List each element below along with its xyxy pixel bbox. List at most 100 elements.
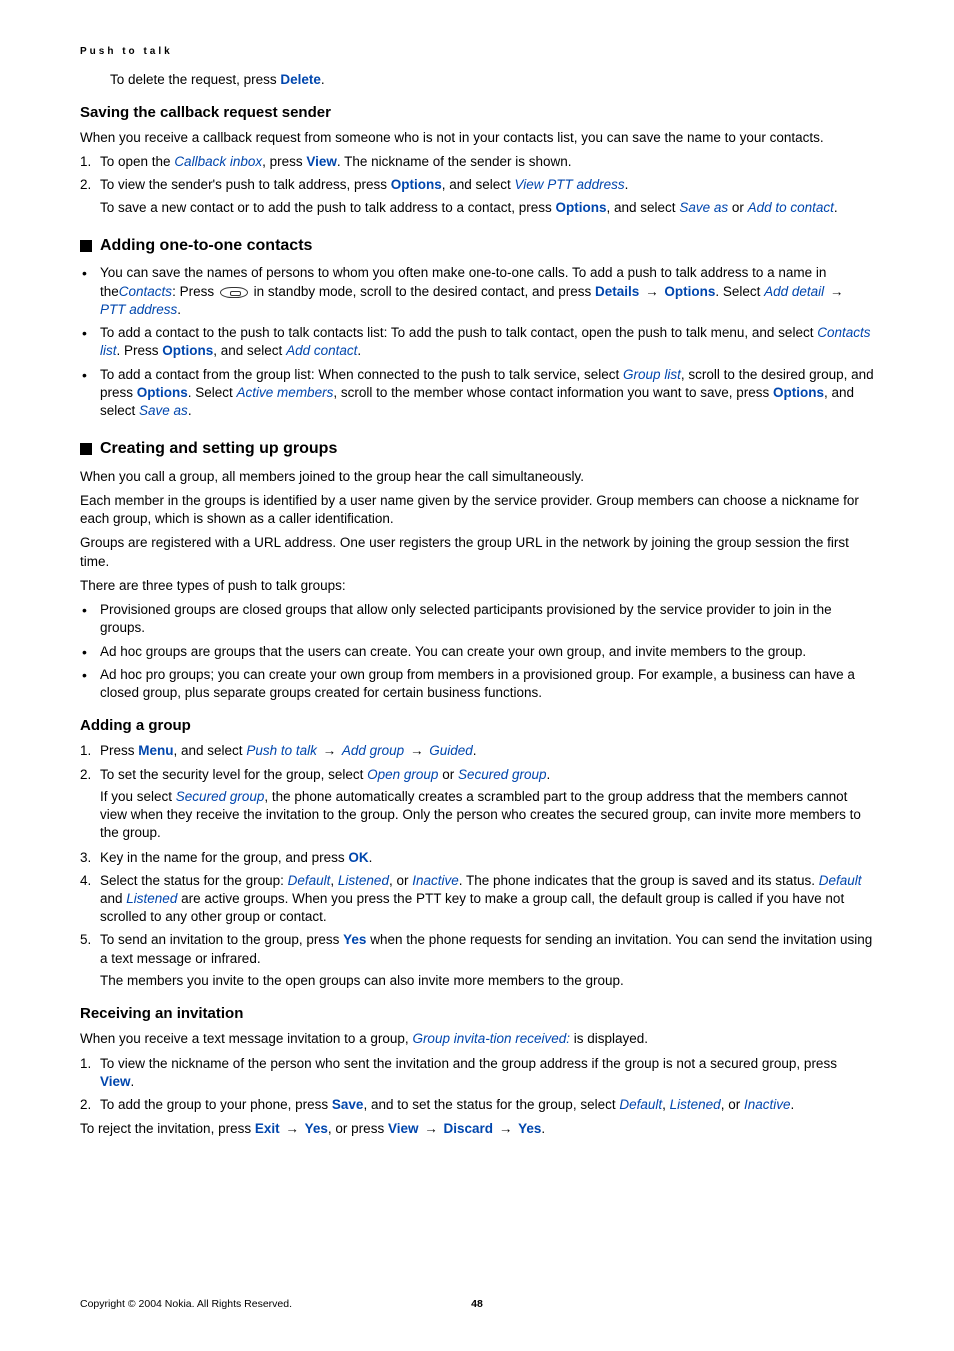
page-header: Push to talk: [80, 45, 874, 59]
text: . Select: [715, 284, 764, 299]
listened: Listened: [670, 1097, 721, 1112]
arrow-icon: →: [643, 284, 661, 299]
addgroup-step-3: Key in the name for the group, and press…: [80, 849, 874, 867]
recv-reject: To reject the invitation, press Exit → Y…: [80, 1120, 874, 1138]
text: .: [131, 1074, 135, 1089]
options-key: Options: [162, 343, 213, 358]
text: Creating and setting up groups: [100, 438, 337, 460]
text: , and to set the status for the group, s…: [363, 1097, 619, 1112]
menu-key: Menu: [138, 743, 173, 758]
contacts: Contacts: [119, 284, 172, 299]
text: , and select: [213, 343, 286, 358]
text: To delete the request, press: [110, 72, 280, 87]
save-as: Save as: [679, 200, 728, 215]
arrow-icon: →: [828, 284, 846, 299]
text: To view the sender's push to talk addres…: [100, 177, 391, 192]
text: or: [438, 767, 458, 782]
inactive: Inactive: [744, 1097, 791, 1112]
discard-key: Discard: [444, 1121, 494, 1136]
text: ,: [662, 1097, 670, 1112]
text: To add a contact from the group list: Wh…: [100, 367, 623, 382]
text: Key in the name for the group, and press: [100, 850, 348, 865]
page-number: 48: [471, 1297, 483, 1311]
text: To set the security level for the group,…: [100, 767, 367, 782]
nav-key-icon: [220, 287, 248, 298]
text: and: [100, 891, 126, 906]
groups-p3: Groups are registered with a URL address…: [80, 534, 874, 570]
arrow-icon: →: [497, 1121, 515, 1136]
ok-key: OK: [348, 850, 368, 865]
text: .: [177, 302, 181, 317]
text: , and select: [607, 200, 680, 215]
text: .: [547, 767, 551, 782]
delete-request-line: To delete the request, press Delete.: [80, 71, 874, 89]
arrow-icon: →: [283, 1121, 301, 1136]
saving-step-1: To open the Callback inbox, press View. …: [80, 153, 874, 171]
text: , or press: [328, 1121, 388, 1136]
view-key: View: [100, 1074, 131, 1089]
text: Press: [100, 743, 138, 758]
recv-step-2: To add the group to your phone, press Sa…: [80, 1096, 874, 1114]
listened: Listened: [338, 873, 389, 888]
text: To view the nickname of the person who s…: [100, 1056, 837, 1071]
text: .: [369, 850, 373, 865]
text: , and select: [174, 743, 247, 758]
text: Select the status for the group:: [100, 873, 288, 888]
save-as: Save as: [139, 403, 188, 418]
addgroup-step-2-sub: If you select Secured group, the phone a…: [100, 788, 874, 843]
text: . Select: [188, 385, 237, 400]
text: To save a new contact or to add the push…: [100, 200, 556, 215]
addgroup-step-5: To send an invitation to the group, pres…: [80, 931, 874, 990]
group-list: Group list: [623, 367, 681, 382]
delete-key: Delete: [280, 72, 321, 87]
recv-step-1: To view the nickname of the person who s…: [80, 1055, 874, 1091]
callback-inbox: Callback inbox: [174, 154, 262, 169]
view-key: View: [388, 1121, 419, 1136]
text: .: [321, 72, 325, 87]
text: , press: [262, 154, 306, 169]
square-icon: [80, 443, 92, 455]
view-key: View: [306, 154, 337, 169]
push-to-talk: Push to talk: [246, 743, 317, 758]
active-members: Active members: [237, 385, 334, 400]
text: is displayed.: [570, 1031, 648, 1046]
text: Adding one-to-one contacts: [100, 235, 312, 257]
text: , scroll to the member whose contact inf…: [333, 385, 773, 400]
groups-bullet-2: Ad hoc groups are groups that the users …: [80, 643, 874, 661]
yes-key: Yes: [305, 1121, 328, 1136]
text: When you receive a text message invitati…: [80, 1031, 412, 1046]
text: To add the group to your phone, press: [100, 1097, 332, 1112]
addgroup-step-1: Press Menu, and select Push to talk → Ad…: [80, 742, 874, 760]
saving-step-2: To view the sender's push to talk addres…: [80, 176, 874, 216]
groups-p1: When you call a group, all members joine…: [80, 468, 874, 486]
inactive: Inactive: [412, 873, 459, 888]
groups-p4: There are three types of push to talk gr…: [80, 577, 874, 595]
text: .: [473, 743, 477, 758]
options-key: Options: [556, 200, 607, 215]
text: . The phone indicates that the group is …: [459, 873, 819, 888]
secured-group: Secured group: [458, 767, 547, 782]
recv-title: Receiving an invitation: [80, 1004, 874, 1024]
saving-title: Saving the callback request sender: [80, 103, 874, 123]
default: Default: [619, 1097, 662, 1112]
group-invitation: Group invita-tion received:: [412, 1031, 570, 1046]
page-footer: Copyright © 2004 Nokia. All Rights Reser…: [0, 1297, 954, 1311]
add-group: Add group: [342, 743, 404, 758]
text: are active groups. When you press the PT…: [100, 891, 844, 924]
add-to-contact: Add to contact: [748, 200, 834, 215]
adding-bullet-2: To add a contact to the push to talk con…: [80, 324, 874, 360]
text: ,: [330, 873, 338, 888]
options-key: Options: [664, 284, 715, 299]
copyright: Copyright © 2004 Nokia. All Rights Reser…: [80, 1297, 292, 1311]
text: in standby mode, scroll to the desired c…: [250, 284, 595, 299]
view-ptt: View PTT address: [515, 177, 625, 192]
text: .: [625, 177, 629, 192]
add-group-title: Adding a group: [80, 716, 874, 736]
text: .: [188, 403, 192, 418]
adding-bullet-3: To add a contact from the group list: Wh…: [80, 366, 874, 421]
yes-key: Yes: [518, 1121, 541, 1136]
add-contact: Add contact: [286, 343, 357, 358]
text: : Press: [172, 284, 218, 299]
adding-contacts-title: Adding one-to-one contacts: [80, 235, 874, 257]
arrow-icon: →: [321, 743, 339, 758]
